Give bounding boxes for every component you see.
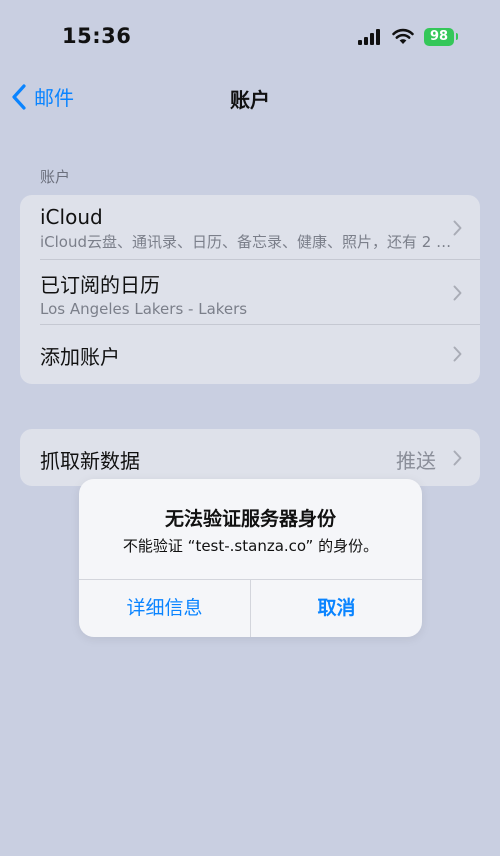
account-row-icloud[interactable]: iCloud iCloud云盘、通讯录、日历、备忘录、健康、照片，还有 2 个… <box>40 195 480 260</box>
account-row-subscribed-calendars[interactable]: 已订阅的日历 Los Angeles Lakers - Lakers <box>40 260 480 325</box>
accounts-list: iCloud iCloud云盘、通讯录、日历、备忘录、健康、照片，还有 2 个…… <box>20 195 480 384</box>
fetch-settings-group: 抓取新数据 推送 <box>20 429 480 486</box>
row-title: 添加账户 <box>40 345 120 369</box>
status-time: 15:36 <box>62 24 132 48</box>
cancel-button[interactable]: 取消 <box>251 580 422 637</box>
status-bar: 15:36 98 <box>0 0 500 70</box>
page-title: 账户 <box>230 88 270 112</box>
chevron-right-icon <box>453 285 462 301</box>
battery-tip <box>456 33 458 40</box>
alert-dialog: 无法验证服务器身份 不能验证 “test-.stanza.co” 的身份。 详细… <box>79 479 422 637</box>
chevron-right-icon <box>453 346 462 362</box>
row-title: 已订阅的日历 <box>40 273 160 297</box>
row-subtitle: iCloud云盘、通讯录、日历、备忘录、健康、照片，还有 2 个… <box>40 233 455 251</box>
alert-message: 不能验证 “test-.stanza.co” 的身份。 <box>122 537 379 555</box>
chevron-right-icon <box>453 220 462 236</box>
alert-title: 无法验证服务器身份 <box>164 508 336 530</box>
section-header-accounts: 账户 <box>40 168 71 186</box>
chevron-right-icon <box>453 450 462 466</box>
row-subtitle: Los Angeles Lakers - Lakers <box>40 300 248 318</box>
row-title: iCloud <box>40 205 103 229</box>
add-account-row[interactable]: 添加账户 <box>40 325 480 383</box>
fetch-new-data-row[interactable]: 抓取新数据 推送 <box>40 429 480 486</box>
cellular-signal-icon <box>358 29 384 45</box>
battery-icon: 98 <box>424 28 454 46</box>
navigation-bar: 邮件 账户 <box>0 76 500 120</box>
details-button[interactable]: 详细信息 <box>79 580 250 637</box>
wifi-icon <box>392 28 414 44</box>
row-value: 推送 <box>396 449 436 473</box>
